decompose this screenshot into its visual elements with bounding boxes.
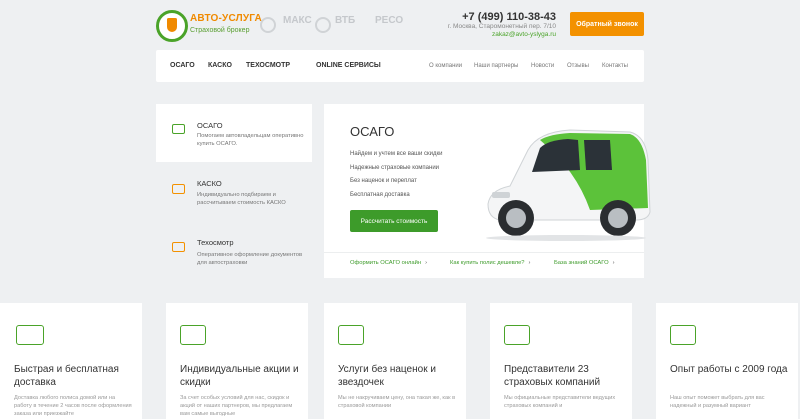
feature-title: Представители 23 страховых компаний <box>504 364 601 388</box>
hero-feature: Бесплатная доставка <box>350 192 410 198</box>
nav-reviews[interactable]: Отзывы <box>567 63 589 69</box>
car-icon <box>172 124 185 134</box>
feature-card-experience: Опыт работы с 2009 года Наш опыт поможет… <box>656 303 798 419</box>
chevron-right-icon: › <box>612 260 615 266</box>
feature-desc: Мы официальные представители ведущих стр… <box>504 395 616 409</box>
service-title: КАСКО <box>197 179 222 188</box>
delivery-truck-icon <box>16 325 44 345</box>
nav-osago[interactable]: ОСАГО <box>170 62 195 69</box>
nav-tekhosmotr[interactable]: ТЕХОСМОТР <box>246 62 290 69</box>
partner-circle-icon <box>315 17 331 33</box>
feature-desc: За счет особых условий для нас, скидок и… <box>180 395 293 417</box>
hero-feature: Без наценок и переплат <box>350 178 417 184</box>
main-nav: ОСАГО КАСКО ТЕХОСМОТР ONLINE СЕРВИСЫ О к… <box>156 50 644 82</box>
nav-news[interactable]: Новости <box>531 63 554 69</box>
hero-feature: Надежные страховые компании <box>350 165 440 171</box>
feature-card-no-markup: Услуги без наценок и звездочек Мы не нак… <box>324 303 466 419</box>
feature-title: Опыт работы с 2009 года <box>670 364 788 375</box>
phone-number[interactable]: +7 (499) 110-38-43 <box>462 11 556 23</box>
inspection-icon <box>172 242 185 252</box>
smart-car-image <box>486 129 651 241</box>
brand-name: АВТО-УСЛУГА <box>190 13 262 24</box>
discount-tag-icon <box>180 325 206 345</box>
address: г. Москва, Старомонетный пер. 7/10 <box>447 23 556 30</box>
nav-partners[interactable]: Наши партнеры <box>474 63 518 69</box>
service-item-osago[interactable]: ОСАГО Помогаем автовладельцам оперативно… <box>156 104 312 162</box>
nav-contacts[interactable]: Контакты <box>602 63 628 69</box>
feature-desc: Наш опыт поможет выбрать для вас надежны… <box>670 395 765 409</box>
osago-knowledge-base-link[interactable]: База знаний ОСАГО › <box>554 260 615 266</box>
feature-card-discounts: Индивидуальные акции и скидки За счет ос… <box>166 303 308 419</box>
logo[interactable] <box>156 10 188 42</box>
certificate-icon <box>670 325 696 345</box>
chevron-right-icon: › <box>425 260 428 266</box>
feature-title: Услуги без наценок и звездочек <box>338 364 436 388</box>
service-item-kasko[interactable]: КАСКО Индивидуально подбираем и рассчиты… <box>156 170 312 220</box>
partner-logo-reso: РЕСО <box>375 15 404 26</box>
callback-button[interactable]: Обратный звонок <box>570 12 644 36</box>
nav-kasko[interactable]: КАСКО <box>208 62 232 69</box>
nav-online-services[interactable]: ONLINE СЕРВИСЫ <box>316 62 381 69</box>
service-desc: Оперативное оформление документов для ав… <box>197 252 303 266</box>
service-title: Техосмотр <box>197 238 234 247</box>
car-shield-icon <box>172 184 185 194</box>
calculate-cost-button[interactable]: Рассчитать стоимость <box>350 210 438 232</box>
hero-title: ОСАГО <box>350 124 395 139</box>
service-item-tekhosmotr[interactable]: Техосмотр Оперативное оформление докумен… <box>156 230 312 280</box>
feature-desc: Доставка любого полиса домой или на рабо… <box>14 395 132 417</box>
email-link[interactable]: zakaz@avto-yslyga.ru <box>492 31 556 38</box>
partner-logo-maks: МАКС <box>283 15 312 26</box>
partner-logo-vtb: ВТБ <box>335 15 356 26</box>
hero-feature: Найдем и учтем все ваши скидки <box>350 151 443 157</box>
feature-title: Индивидуальные акции и скидки <box>180 364 299 388</box>
feature-title: Быстрая и бесплатная доставка <box>14 364 119 388</box>
service-desc: Помогаем автовладельцам оперативно купит… <box>197 133 304 147</box>
brand-tagline: Страховой брокер <box>190 27 250 34</box>
feature-card-delivery: Быстрая и бесплатная доставка Доставка л… <box>0 303 142 419</box>
briefcase-icon <box>504 325 530 345</box>
money-icon <box>338 325 364 345</box>
feature-desc: Мы не накручиваем цену, она такая же, ка… <box>338 395 456 409</box>
service-desc: Индивидуально подбираем и рассчитываем с… <box>197 192 286 206</box>
feature-card-representatives: Представители 23 страховых компаний Мы о… <box>490 303 632 419</box>
chevron-right-icon: › <box>528 260 531 266</box>
partner-emblem-icon <box>260 17 276 33</box>
buy-osago-online-link[interactable]: Оформить ОСАГО онлайн › <box>350 260 427 266</box>
cheaper-policy-link[interactable]: Как купить полис дешевле? › <box>450 260 530 266</box>
service-title: ОСАГО <box>197 121 223 130</box>
divider <box>324 252 644 253</box>
nav-about[interactable]: О компании <box>429 63 462 69</box>
